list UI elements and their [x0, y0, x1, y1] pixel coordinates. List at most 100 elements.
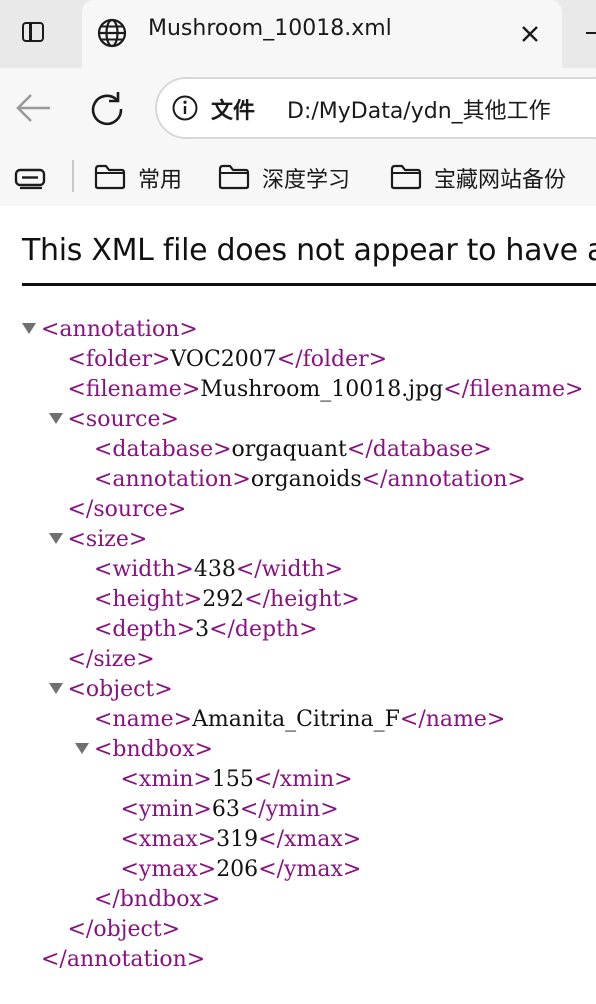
collapse-triangle-icon[interactable] — [75, 742, 89, 754]
xml-close-line: </bndbox> — [94, 885, 220, 915]
xml-text-value: 3 — [195, 617, 210, 642]
tab-actions-button[interactable] — [0, 0, 70, 68]
xml-close-tag: </annotation> — [41, 947, 206, 972]
collapse-triangle-icon[interactable] — [48, 532, 63, 544]
xml-leaf-line: <annotation>organoids</annotation> — [94, 465, 526, 495]
xml-text-value: Mushroom_10018.jpg — [200, 377, 444, 402]
folder-icon — [94, 164, 126, 190]
xml-close-tag: </bndbox> — [94, 887, 221, 912]
tab-title: Mushroom_10018.xml — [148, 16, 392, 41]
xml-close-line: </annotation> — [41, 945, 205, 975]
xml-close-tag: </xmax> — [258, 827, 362, 852]
xml-open-tag: <xmin> — [120, 767, 212, 792]
url-text[interactable]: D:/MyData/ydn_其他工作 — [287, 93, 551, 125]
xml-close-tag: </source> — [67, 497, 187, 522]
xml-close-tag: </filename> — [443, 377, 584, 402]
page-content: This XML file does not appear to have a … — [2, 207, 596, 1004]
bookmark-label: 深度学习 — [262, 168, 351, 193]
address-bar[interactable]: 文件 D:/MyData/ydn_其他工作 — [155, 77, 596, 139]
xml-open-tag: <width> — [94, 557, 194, 582]
xml-leaf-line: <height>292</height> — [94, 585, 360, 615]
xml-close-tag: </depth> — [209, 617, 318, 642]
xml-open-tag: <ymin> — [120, 797, 212, 822]
folder-icon — [390, 164, 422, 190]
xml-open-tag: <bndbox> — [94, 737, 213, 762]
tab-active[interactable]: Mushroom_10018.xml — [82, 0, 562, 68]
xml-text-value: organoids — [250, 467, 362, 492]
xml-open-tag: <object> — [67, 677, 173, 702]
xml-leaf-line: <filename>Mushroom_10018.jpg</filename> — [68, 375, 584, 405]
collapse-triangle-icon[interactable] — [48, 682, 63, 694]
xml-open-tag: <source> — [67, 407, 179, 432]
xml-close-line: </size> — [68, 645, 155, 675]
xml-close-tag: </ymin> — [239, 797, 339, 822]
new-tab-button[interactable] — [580, 18, 596, 48]
folder-icon — [218, 164, 250, 190]
xml-close-tag: </height> — [244, 587, 360, 612]
xml-open-tag: <height> — [94, 587, 203, 612]
close-tab-icon[interactable] — [510, 14, 550, 54]
bookmarks-separator — [72, 160, 74, 192]
collapse-triangle-icon[interactable] — [48, 412, 63, 424]
xml-text-value: 438 — [193, 557, 236, 582]
xml-open-line[interactable]: <source> — [48, 405, 179, 435]
globe-icon — [97, 18, 127, 48]
xml-text-value: 155 — [211, 767, 254, 792]
security-label: 文件 — [211, 99, 256, 124]
xml-notice-text: This XML file does not appear to have a — [22, 233, 596, 268]
xml-leaf-line: <depth>3</depth> — [94, 615, 318, 645]
notice-divider — [22, 283, 596, 286]
xml-close-tag: </width> — [235, 557, 344, 582]
reload-icon[interactable] — [84, 86, 130, 132]
xml-text-value: 63 — [211, 797, 240, 822]
xml-open-tag: <name> — [94, 707, 193, 732]
xml-open-line[interactable]: <object> — [48, 675, 173, 705]
xml-open-line[interactable]: <annotation> — [22, 315, 198, 345]
xml-open-tag: <xmax> — [120, 827, 217, 852]
info-icon[interactable] — [171, 94, 199, 122]
bookmarks-bar: 常用 深度学习 宝藏网站备份 — [0, 150, 596, 206]
xml-close-tag: </ymax> — [258, 857, 362, 882]
xml-leaf-line: <ymin>63</ymin> — [121, 795, 339, 825]
bookmark-label: 常用 — [138, 168, 183, 193]
back-arrow-icon[interactable] — [10, 88, 56, 128]
xml-open-tag: <size> — [67, 527, 148, 552]
xml-leaf-line: <name>Amanita_Citrina_F</name> — [94, 705, 505, 735]
xml-text-value: 292 — [202, 587, 245, 612]
xml-leaf-line: <xmin>155</xmin> — [121, 765, 353, 795]
bookmark-label: 宝藏网站备份 — [434, 168, 567, 193]
tab-strip: Mushroom_10018.xml — [0, 0, 596, 68]
xml-leaf-line: <xmax>319</xmax> — [121, 825, 362, 855]
xml-open-line[interactable]: <size> — [48, 525, 148, 555]
xml-leaf-line: <database>orgaquant</database> — [94, 435, 492, 465]
xml-open-tag: <depth> — [94, 617, 196, 642]
xml-text-value: Amanita_Citrina_F — [192, 707, 400, 732]
xml-close-tag: </size> — [67, 647, 155, 672]
xml-open-tag: <filename> — [67, 377, 201, 402]
xml-open-tag: <folder> — [67, 347, 171, 372]
tab-actions-icon — [22, 22, 44, 42]
xml-leaf-line: <folder>VOC2007</folder> — [68, 345, 388, 375]
xml-text-value: 319 — [216, 827, 259, 852]
xml-text-value: 206 — [216, 857, 259, 882]
xml-close-tag: </annotation> — [361, 467, 526, 492]
xml-close-tag: </xmin> — [253, 767, 353, 792]
navigation-bar: 文件 D:/MyData/ydn_其他工作 — [0, 68, 596, 150]
xml-leaf-line: <width>438</width> — [94, 555, 343, 585]
xml-open-tag: <annotation> — [94, 467, 251, 492]
xml-close-line: </source> — [68, 495, 187, 525]
xml-close-tag: </folder> — [276, 347, 388, 372]
xml-leaf-line: <ymax>206</ymax> — [121, 855, 362, 885]
xml-close-tag: </object> — [67, 917, 181, 942]
xml-close-tag: </name> — [399, 707, 506, 732]
xml-open-tag: <database> — [94, 437, 232, 462]
xml-text-value: orgaquant — [231, 437, 347, 462]
xml-open-line[interactable]: <bndbox> — [75, 735, 213, 765]
xml-open-tag: <annotation> — [41, 317, 198, 342]
xml-close-tag: </database> — [346, 437, 492, 462]
collections-icon[interactable] — [14, 164, 48, 192]
xml-close-line: </object> — [68, 915, 181, 945]
xml-text-value: VOC2007 — [170, 347, 277, 372]
collapse-triangle-icon[interactable] — [22, 322, 36, 334]
xml-open-tag: <ymax> — [120, 857, 217, 882]
